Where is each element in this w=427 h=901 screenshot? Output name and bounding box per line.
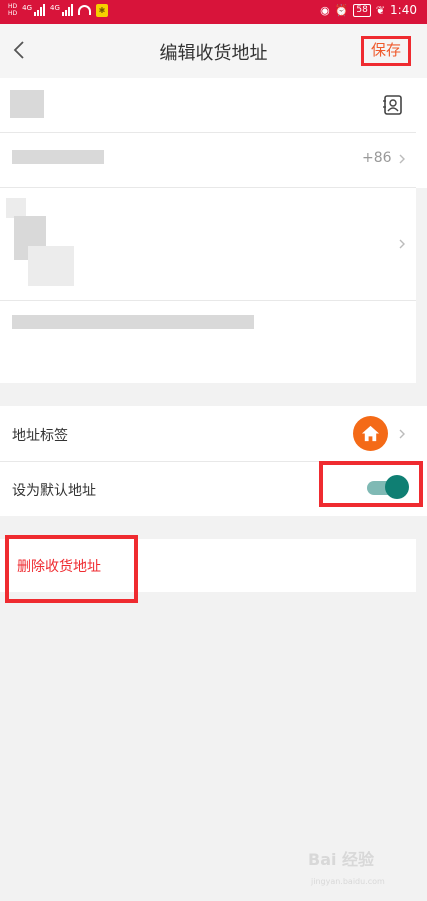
hd-indicator: HD HD [8, 3, 17, 17]
eye-comfort-icon: ◉ [320, 3, 330, 17]
battery-indicator: 58 [353, 3, 371, 17]
signal-icon-2: 4G [50, 4, 73, 16]
address-form-card: +86 [0, 78, 416, 383]
chevron-right-icon [399, 154, 405, 164]
detail-address-field[interactable] [0, 301, 416, 383]
network-type-label: 4G [22, 4, 33, 12]
recipient-name-redacted [10, 90, 44, 118]
address-tag-label: 地址标签 [12, 428, 68, 444]
network-type-label-2: 4G [50, 4, 60, 12]
phone-field[interactable]: +86 [0, 133, 416, 187]
toggle-knob [385, 475, 409, 499]
address-tag-badge[interactable] [353, 416, 388, 451]
chevron-right-icon [399, 239, 405, 249]
phone-number-redacted [12, 150, 104, 164]
chevron-right-icon [399, 429, 405, 439]
delete-address-button[interactable]: 删除收货地址 [17, 556, 101, 576]
country-code[interactable]: +86 [362, 150, 392, 166]
notification-app-icon: ✱ [95, 3, 108, 17]
default-address-label: 设为默认地址 [12, 483, 96, 499]
save-button[interactable]: 保存 [361, 36, 411, 66]
status-bar-right: ◉ ⏰ 58 ❦ 1:40 [320, 3, 417, 17]
region-field[interactable] [0, 188, 416, 300]
status-bar: HD HD 4G 4G ✱ ◉ ⏰ 58 ❦ 1:40 [0, 0, 427, 24]
default-address-toggle[interactable] [319, 461, 423, 507]
watermark-logo: Bai 经验 [308, 850, 375, 869]
signal-icon: 4G [22, 4, 46, 16]
clock: 1:40 [390, 3, 417, 17]
delete-highlight: 删除收货地址 [5, 535, 138, 603]
contacts-book-icon[interactable] [382, 94, 404, 116]
hd-label-bottom: HD [8, 10, 18, 17]
scroll-edge [416, 78, 427, 188]
detail-address-redacted [12, 315, 254, 329]
status-bar-left: HD HD 4G 4G ✱ [8, 3, 108, 17]
alarm-icon: ⏰ [334, 3, 349, 17]
leaf-icon: ❦ [375, 3, 386, 17]
watermark-url: jingyan.baidu.com [311, 877, 385, 886]
region-redacted [28, 246, 74, 286]
region-redacted [6, 198, 26, 218]
hd-label-top: HD [8, 3, 18, 10]
home-icon [361, 425, 380, 442]
recipient-name-field[interactable] [0, 78, 416, 132]
nav-header: 编辑收货地址 保存 [0, 24, 427, 78]
wifi-icon [77, 5, 91, 15]
